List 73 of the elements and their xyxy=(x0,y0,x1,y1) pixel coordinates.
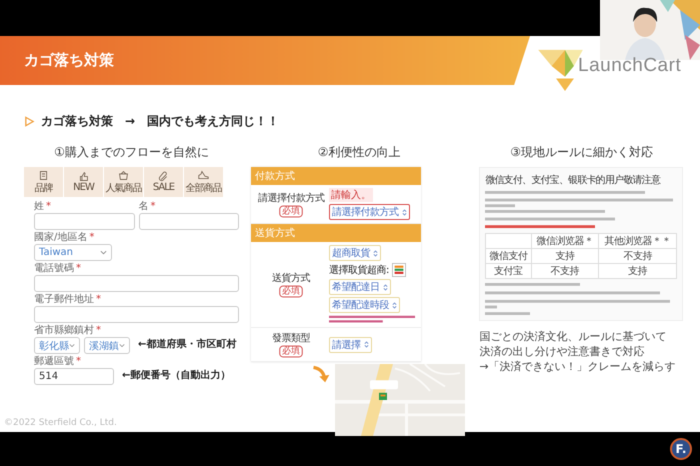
field-label: 電子郵件地址 * xyxy=(34,294,101,306)
select-field[interactable]: 溪湖鎮 xyxy=(84,337,130,354)
chevron-down-icon xyxy=(69,343,75,348)
select-field[interactable]: 彰化縣 xyxy=(34,337,80,354)
select-field[interactable]: 希望配達日 xyxy=(329,279,390,295)
chevron-down-icon xyxy=(119,343,125,348)
slide-title: カゴ落ち対策 xyxy=(24,51,114,70)
store-label: 選擇取貨超商: xyxy=(329,264,389,277)
nav-icon xyxy=(158,171,169,182)
headline-text: カゴ落ち対策 → 国内でも考え方同じ！！ xyxy=(41,113,280,130)
logo-text: LaunchCart xyxy=(578,54,682,76)
select-field[interactable]: 請選擇付款方式 xyxy=(329,204,410,220)
annotation-text: ←都道府県・市区町村 xyxy=(138,337,236,351)
table-header: 微信浏览器＊ xyxy=(536,236,594,247)
input-field[interactable] xyxy=(138,213,239,230)
table-cell: 不支持 xyxy=(550,266,580,277)
section-header: 送貨方式 xyxy=(251,224,421,242)
required-badge: 必填 xyxy=(279,205,303,217)
curved-arrow-icon xyxy=(311,364,331,384)
required-badge: 必填 xyxy=(279,346,303,358)
nav-icon xyxy=(198,170,209,180)
field-label: 電話號碼 * xyxy=(34,263,81,275)
summary-text: 決済の出し分けや注意書きで対応 xyxy=(479,344,646,359)
chevron-icon xyxy=(382,284,388,290)
table-cell: 不支持 xyxy=(623,251,652,262)
field-label: 省市縣鄉鎮村 * xyxy=(34,325,101,337)
table-cell: 支持 xyxy=(555,251,574,262)
table-cell: 支付宝 xyxy=(494,266,523,277)
annotation-text: ←郵便番号（自動出力） xyxy=(122,368,230,382)
summary-text: 国ごとの決済文化、ルールに基づいて xyxy=(479,329,668,344)
chevron-down-icon xyxy=(100,250,107,255)
store-sign-icon[interactable] xyxy=(392,263,406,277)
table-cell: 支持 xyxy=(628,266,648,277)
chevron-icon xyxy=(373,250,378,256)
summary-text: →「決済できない！」クレームを減らす xyxy=(479,359,676,374)
field-label: 姓 * xyxy=(34,201,51,213)
copyright-text: ©2022 Sterfield Co., Ltd. xyxy=(4,418,117,428)
table-cell: 微信支付 xyxy=(489,251,528,262)
chevron-icon xyxy=(402,208,406,216)
required-badge: 必填 xyxy=(279,286,303,298)
nav-item[interactable]: NEW xyxy=(64,167,104,197)
select-field[interactable]: Taiwan xyxy=(34,244,112,261)
play-outline-icon xyxy=(24,116,35,127)
field-label: 請選擇付款方式 xyxy=(258,192,324,204)
select-field[interactable]: 希望配達時段 xyxy=(329,297,400,313)
nav-icon xyxy=(118,170,129,180)
chevron-icon xyxy=(392,302,397,308)
field-label: 國家/地區名 * xyxy=(34,232,94,244)
column-heading: ①購入までのフローを自然に xyxy=(54,144,209,161)
nav-icon xyxy=(78,171,89,182)
select-field[interactable]: 超商取貨 xyxy=(329,245,381,261)
chevron-icon xyxy=(364,341,368,348)
nav-item[interactable]: 品牌 xyxy=(24,167,64,197)
error-tooltip: 請輸入。 xyxy=(329,188,373,202)
field-label: 送貨方式 xyxy=(272,272,310,285)
nav-item[interactable]: SALE xyxy=(144,167,184,197)
notice-title: 微信支付、支付宝、银联卡的用户敬请注意 xyxy=(485,174,662,187)
input-field[interactable] xyxy=(34,275,239,292)
field-label: 郵遞區號 * xyxy=(34,356,81,368)
select-field[interactable]: 請選擇 xyxy=(329,336,372,352)
table-header: 其他浏览器＊＊ xyxy=(604,236,671,247)
brand-badge: F. xyxy=(670,438,692,460)
column-heading: ②利便性の向上 xyxy=(318,144,401,161)
input-field[interactable]: 514 xyxy=(34,368,114,385)
nav-item[interactable]: 全部商品 xyxy=(184,167,224,197)
input-field[interactable] xyxy=(34,306,239,323)
section-header: 付款方式 xyxy=(251,167,421,185)
nav-icon xyxy=(38,170,49,180)
nav-item[interactable]: 人氣商品 xyxy=(104,167,144,197)
field-label: 發票類型 xyxy=(272,332,310,345)
column-heading: ③現地ルールに細かく対応 xyxy=(510,144,654,161)
input-field[interactable] xyxy=(34,213,134,230)
field-label: 名 * xyxy=(138,201,156,213)
